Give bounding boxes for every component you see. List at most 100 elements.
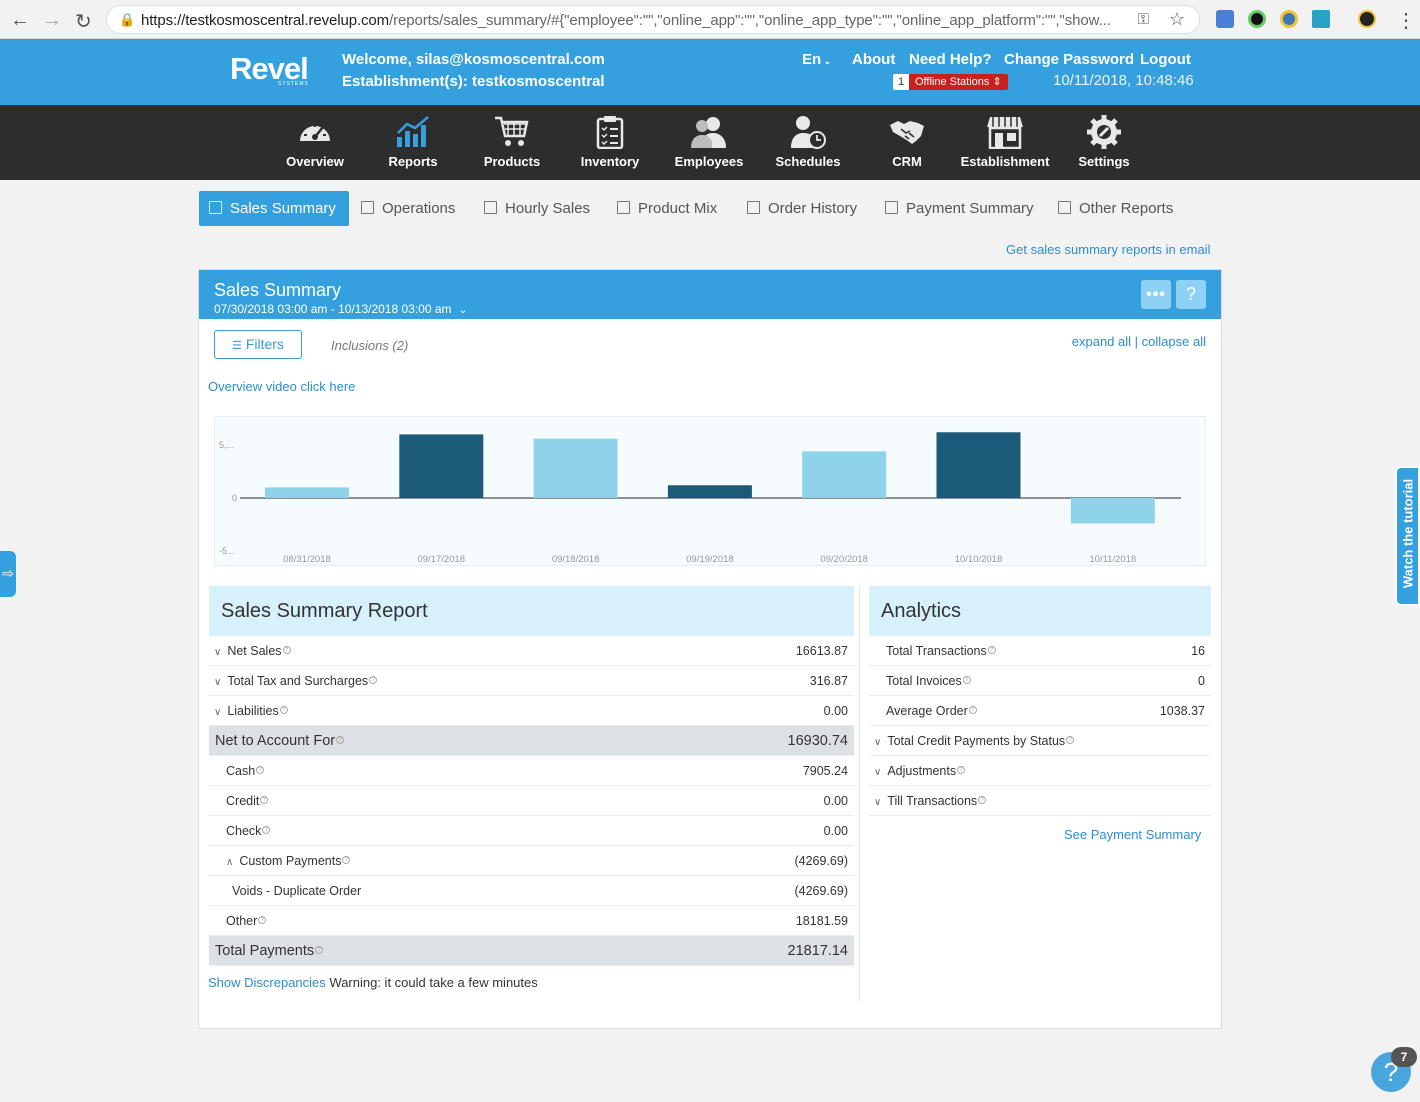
key-icon[interactable]: ⚿: [1138, 11, 1149, 28]
table-row[interactable]: ∨ Total Credit Payments by Status?: [869, 726, 1211, 756]
offline-stations-badge[interactable]: 1 Offline Stations ⇕: [893, 74, 1008, 90]
report-icon: [747, 201, 760, 214]
overview-video-link[interactable]: Overview video click here: [208, 379, 355, 394]
info-icon[interactable]: ?: [279, 706, 288, 714]
extension-icon[interactable]: [1312, 10, 1330, 28]
nav-products[interactable]: Products: [462, 105, 562, 180]
back-icon[interactable]: ←: [10, 9, 30, 32]
offline-label: Offline Stations ⇕: [909, 74, 1008, 90]
info-icon[interactable]: ?: [256, 766, 265, 774]
tab-product-mix[interactable]: Product Mix: [617, 191, 717, 226]
report-icon: [484, 201, 497, 214]
menu-icon[interactable]: ⋮: [1396, 8, 1416, 33]
tab-payment-summary[interactable]: Payment Summary: [885, 191, 1034, 226]
reload-icon[interactable]: ↻: [75, 9, 92, 34]
table-row: Total Payments? 21817.14: [209, 936, 854, 966]
info-icon[interactable]: ?: [342, 856, 351, 864]
email-reports-link[interactable]: Get sales summary reports in email: [1006, 242, 1210, 257]
info-icon[interactable]: ?: [262, 826, 271, 834]
row-label: Cash?: [226, 756, 265, 786]
collapse-all-link[interactable]: collapse all: [1142, 334, 1206, 349]
info-icon[interactable]: ?: [315, 946, 324, 954]
info-icon[interactable]: ?: [957, 766, 966, 774]
tab-operations[interactable]: Operations: [361, 191, 455, 226]
row-value: 0.00: [823, 824, 848, 838]
x-tick-label: 09/19/2018: [686, 554, 734, 565]
chevron-up-icon[interactable]: ∧: [226, 848, 233, 878]
nav-inventory[interactable]: Inventory: [560, 105, 660, 180]
info-icon[interactable]: ?: [260, 796, 269, 804]
chevron-down-icon[interactable]: ∨: [214, 668, 221, 698]
about-link[interactable]: About: [852, 51, 895, 68]
chevron-down-icon[interactable]: ∨: [874, 788, 881, 818]
discrepancies-warning: Warning: it could take a few minutes: [329, 975, 538, 990]
expand-collapse: expand all | collapse all: [1071, 334, 1206, 349]
row-label: Voids - Duplicate Order: [232, 884, 362, 898]
expand-all-link[interactable]: expand all: [1072, 334, 1131, 349]
chevron-down-icon[interactable]: ∨: [214, 638, 221, 668]
logout-link[interactable]: Logout: [1140, 51, 1191, 68]
tab-order-history[interactable]: Order History: [747, 191, 857, 226]
nav-reports[interactable]: Reports: [363, 105, 463, 180]
date-range-selector[interactable]: 07/30/2018 03:00 am - 10/13/2018 03:00 a…: [214, 302, 467, 316]
extension-icon[interactable]: [1358, 10, 1376, 28]
table-row[interactable]: ∨ Liabilities? 0.00: [209, 696, 854, 726]
python-extension-icon[interactable]: [1280, 10, 1298, 28]
row-label: ∧ Custom Payments?: [226, 846, 351, 878]
row-value: 18181.59: [795, 914, 848, 928]
chevron-down-icon[interactable]: ∨: [874, 758, 881, 788]
help-icon[interactable]: ?: [1176, 280, 1206, 309]
chevron-down-icon[interactable]: ∨: [214, 698, 221, 728]
table-row[interactable]: ∨ Net Sales? 16613.87: [209, 636, 854, 666]
chart-bar: [399, 434, 484, 498]
handshake-icon: [890, 121, 924, 144]
info-icon[interactable]: ?: [968, 706, 977, 714]
info-icon[interactable]: ?: [962, 676, 971, 684]
nav-overview[interactable]: Overview: [265, 105, 365, 180]
address-bar[interactable]: 🔒 https://testkosmoscentral.revelup.com/…: [106, 5, 1200, 34]
see-payment-summary-link[interactable]: See Payment Summary: [1064, 827, 1201, 842]
table-row[interactable]: ∨ Adjustments?: [869, 756, 1211, 786]
extension-icon[interactable]: [1216, 10, 1234, 28]
nav-employees[interactable]: Employees: [659, 105, 759, 180]
filters-button[interactable]: ☰ Filters: [214, 330, 302, 359]
info-icon[interactable]: ?: [258, 916, 267, 924]
tab-sales-summary[interactable]: Sales Summary: [199, 191, 349, 226]
table-row[interactable]: ∧ Custom Payments? (4269.69): [209, 846, 854, 876]
more-options-icon[interactable]: •••: [1141, 280, 1171, 309]
watch-tutorial-tab[interactable]: Watch the tutorial: [1395, 466, 1420, 606]
table-row[interactable]: ∨ Till Transactions?: [869, 786, 1211, 816]
info-icon[interactable]: ?: [369, 676, 378, 684]
row-label: Credit?: [226, 786, 269, 816]
nav-settings[interactable]: Settings: [1054, 105, 1154, 180]
forward-icon[interactable]: →: [42, 9, 62, 32]
nav-establishment[interactable]: Establishment: [955, 105, 1055, 180]
info-icon[interactable]: ?: [978, 796, 987, 804]
nav-crm[interactable]: CRM: [857, 105, 957, 180]
sales-summary-report: Sales Summary Report ∨ Net Sales? 16613.87…: [209, 586, 854, 966]
star-icon[interactable]: ☆: [1169, 9, 1185, 30]
browser-toolbar: ← → ↻ 🔒 https://testkosmoscentral.revelu…: [0, 0, 1420, 39]
inclusions-link[interactable]: Inclusions (2): [331, 338, 408, 353]
info-icon[interactable]: ?: [282, 646, 291, 654]
y-tick-label: 5,...: [219, 440, 234, 450]
info-icon[interactable]: ?: [987, 646, 996, 654]
table-row[interactable]: ∨ Total Tax and Surcharges? 316.87: [209, 666, 854, 696]
side-expand-icon[interactable]: ⇨: [0, 551, 16, 597]
tab-other-reports[interactable]: Other Reports: [1058, 191, 1173, 226]
report-heading: Sales Summary Report: [209, 586, 854, 636]
tab-hourly-sales[interactable]: Hourly Sales: [484, 191, 590, 226]
show-discrepancies-link[interactable]: Show Discrepancies: [208, 975, 326, 990]
sales-summary-panel: Sales Summary 07/30/2018 03:00 am - 10/1…: [198, 269, 1222, 1029]
column-divider: [859, 586, 860, 1001]
info-icon[interactable]: ?: [1066, 736, 1075, 744]
extension-icon[interactable]: [1248, 10, 1266, 28]
language-selector[interactable]: En ⌄: [802, 51, 831, 68]
chevron-down-icon[interactable]: ∨: [874, 728, 881, 758]
row-label: Average Order?: [886, 696, 977, 726]
url-text: https://testkosmoscentral.revelup.com/re…: [141, 12, 1111, 29]
change-password-link[interactable]: Change Password: [1004, 51, 1134, 68]
nav-schedules[interactable]: Schedules: [758, 105, 858, 180]
info-icon[interactable]: ?: [336, 736, 345, 744]
help-link[interactable]: Need Help?: [909, 51, 992, 68]
